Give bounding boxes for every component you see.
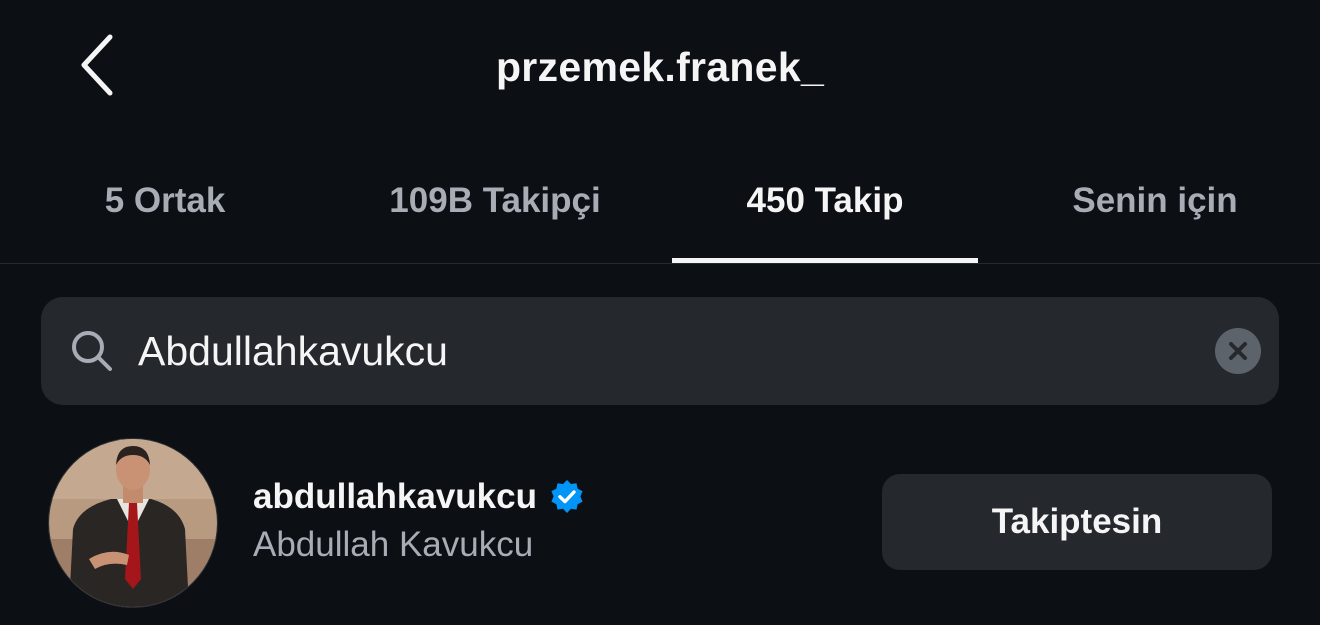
following-button[interactable]: Takiptesin (882, 474, 1272, 570)
page-title: przemek.franek_ (495, 44, 825, 90)
clear-search-button[interactable] (1215, 328, 1261, 374)
tab-mutual[interactable]: 5 Ortak (0, 140, 330, 262)
username-line: abdullahkavukcu (253, 477, 585, 517)
active-tab-indicator (672, 258, 978, 263)
top-bar: przemek.franek_ (0, 0, 1320, 140)
tab-followers[interactable]: 109B Takipçi (330, 140, 660, 262)
list-item[interactable]: abdullahkavukcu Abdullah Kavukcu Takipte… (0, 425, 1320, 625)
tab-following[interactable]: 450 Takip (672, 140, 978, 262)
clear-icon (1229, 342, 1247, 360)
username[interactable]: abdullahkavukcu (253, 477, 537, 517)
avatar[interactable] (48, 438, 218, 608)
search-input[interactable] (138, 318, 1188, 384)
full-name: Abdullah Kavukcu (253, 525, 534, 564)
verified-badge-icon (551, 480, 583, 513)
search-icon (72, 331, 112, 371)
tab-for-you[interactable]: Senin için (990, 140, 1320, 262)
tab-bar: 5 Ortak 109B Takipçi 450 Takip Senin içi… (0, 140, 1320, 264)
